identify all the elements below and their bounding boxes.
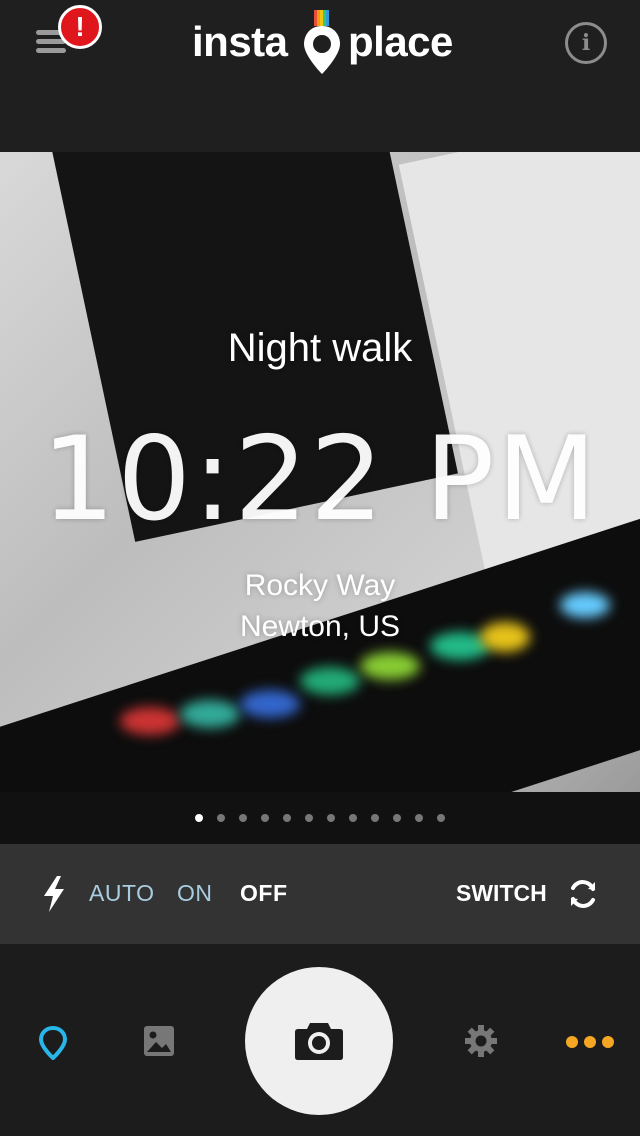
page-dot[interactable] [349, 814, 357, 822]
logo-pin-icon [304, 10, 340, 74]
page-dot[interactable] [393, 814, 401, 822]
page-indicator[interactable] [195, 814, 445, 822]
flash-on-option[interactable]: ON [177, 880, 213, 907]
location-street: Rocky Way [244, 569, 396, 602]
photo-time: 10:22 PM [41, 412, 599, 547]
page-indicator-bar [0, 792, 640, 844]
switch-camera-label[interactable]: SWITCH [456, 880, 547, 907]
camera-viewfinder[interactable]: Night walk 10:22 PM Rocky Way Newton, US [0, 152, 640, 792]
gallery-icon[interactable] [143, 1025, 175, 1057]
app-logo: insta place [192, 10, 462, 80]
logo-text-left: insta [192, 18, 288, 65]
page-dot[interactable] [283, 814, 291, 822]
page-dot[interactable] [415, 814, 423, 822]
page-dot[interactable] [305, 814, 313, 822]
page-dot[interactable] [195, 814, 203, 822]
app-header: ! insta place i [0, 0, 640, 152]
more-icon[interactable] [566, 1036, 614, 1048]
switch-camera-icon[interactable] [566, 877, 600, 911]
page-dot[interactable] [261, 814, 269, 822]
flash-auto-option[interactable]: AUTO [89, 880, 154, 907]
flash-off-option[interactable]: OFF [240, 880, 288, 907]
page-dot[interactable] [217, 814, 225, 822]
page-dot[interactable] [327, 814, 335, 822]
camera-controls-bar: AUTO ON OFF SWITCH [0, 844, 640, 944]
bottom-toolbar [0, 944, 640, 1136]
settings-gear-icon[interactable] [465, 1025, 497, 1057]
location-pin-icon[interactable] [39, 1026, 67, 1060]
page-dot[interactable] [371, 814, 379, 822]
photo-title: Night walk [227, 326, 413, 370]
location-city: Newton, US [239, 610, 401, 643]
page-dot[interactable] [239, 814, 247, 822]
page-dot[interactable] [437, 814, 445, 822]
logo-text-right: place [348, 18, 453, 65]
info-button[interactable]: i [565, 22, 607, 64]
shutter-button[interactable] [245, 967, 393, 1115]
flash-icon [44, 876, 64, 912]
camera-icon [295, 1023, 343, 1060]
alert-badge[interactable]: ! [58, 5, 102, 49]
